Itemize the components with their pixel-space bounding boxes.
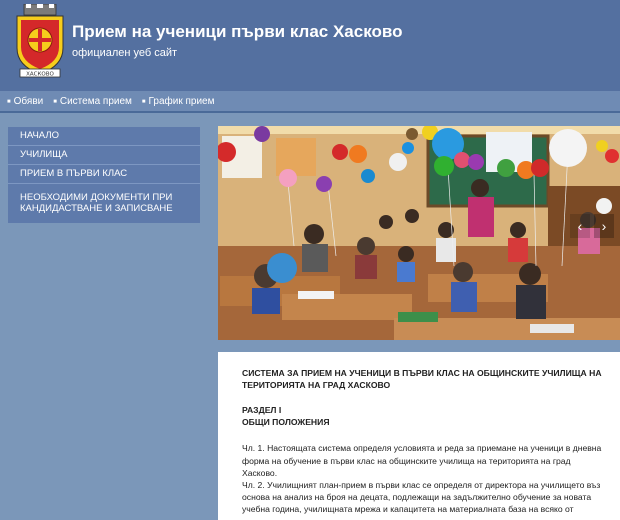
top-navigation: Обяви Система прием График прием bbox=[0, 91, 620, 113]
slider-next-button[interactable]: › bbox=[594, 214, 614, 238]
svg-text:ХАСКОВО: ХАСКОВО bbox=[26, 72, 54, 78]
article-paragraph: Чл. 1. Настоящата система определя услов… bbox=[242, 443, 602, 478]
hisarya-crest-icon[interactable]: ХАСКОВО bbox=[14, 4, 66, 80]
sidebar-item-first-grade-admission[interactable]: ПРИЕМ В ПЪРВИ КЛАС bbox=[8, 165, 200, 184]
topnav-item-announcements[interactable]: Обяви bbox=[7, 96, 44, 107]
site-subtitle: официален уеб сайт bbox=[72, 47, 178, 59]
site-title[interactable]: Прием на ученици първи клас Хасково bbox=[72, 22, 403, 42]
main-content: СИСТЕМА ЗА ПРИЕМ НА УЧЕНИЦИ В ПЪРВИ КЛАС… bbox=[218, 352, 620, 520]
document-heading: СИСТЕМА ЗА ПРИЕМ НА УЧЕНИЦИ В ПЪРВИ КЛАС… bbox=[242, 368, 602, 390]
image-slider[interactable]: ‹ › bbox=[218, 126, 620, 340]
section-subtitle: ОБЩИ ПОЛОЖЕНИЯ bbox=[242, 416, 330, 427]
sidebar-menu: НАЧАЛО УЧИЛИЩА ПРИЕМ В ПЪРВИ КЛАС НЕОБХО… bbox=[8, 127, 200, 223]
article-paragraph: Чл. 2. Училищният план-прием в първи кла… bbox=[242, 479, 601, 515]
slider-prev-button[interactable]: ‹ bbox=[570, 214, 590, 238]
topnav-item-admission-schedule[interactable]: График прием bbox=[142, 96, 215, 107]
topnav-item-admission-system[interactable]: Система прием bbox=[53, 96, 132, 107]
classroom-photo bbox=[218, 126, 620, 340]
sidebar-item-required-documents[interactable]: НЕОБХОДИМИ ДОКУМЕНТИ ПРИ КАНДИДАСТВАНЕ И… bbox=[8, 184, 200, 222]
sidebar-item-schools[interactable]: УЧИЛИЩА bbox=[8, 146, 200, 165]
section-title: РАЗДЕЛ I bbox=[242, 405, 282, 416]
site-header: ХАСКОВО Прием на ученици първи клас Хаск… bbox=[0, 0, 620, 91]
sidebar-item-home[interactable]: НАЧАЛО bbox=[8, 127, 200, 146]
